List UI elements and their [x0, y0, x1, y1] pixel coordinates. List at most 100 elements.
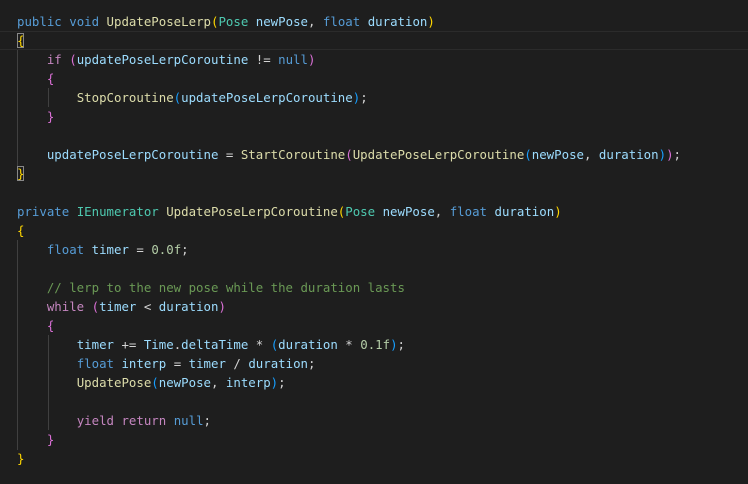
code-token: ( [524, 147, 532, 162]
code-token: newPose [255, 14, 308, 29]
code-token: != [248, 52, 279, 67]
code-line[interactable]: } [17, 164, 25, 183]
code-token: } [46, 432, 55, 447]
code-token: } [17, 166, 25, 181]
code-line[interactable]: private IEnumerator UpdatePoseLerpCorout… [17, 202, 562, 221]
code-token: 0.0f [151, 242, 182, 257]
code-token: duration [248, 356, 309, 371]
code-line[interactable]: } [17, 449, 24, 468]
code-line[interactable]: updatePoseLerpCoroutine = StartCoroutine… [17, 145, 681, 164]
code-token: newPose [382, 204, 435, 219]
code-line[interactable]: // lerp to the new pose while the durati… [17, 278, 405, 297]
code-token: public [17, 14, 62, 29]
code-token: float [449, 204, 488, 219]
code-token: ) [218, 299, 226, 314]
code-line[interactable]: timer += Time.deltaTime * (duration * 0.… [17, 335, 405, 354]
code-token: ) [554, 204, 562, 219]
code-token: { [17, 223, 25, 238]
code-token: = [166, 356, 189, 371]
code-line[interactable]: { [17, 316, 54, 335]
code-token: = [218, 147, 241, 162]
code-editor[interactable]: public void UpdatePoseLerp ( Pose newPose,… [0, 0, 748, 484]
current-line-highlight [0, 31, 748, 50]
code-token: ; [673, 147, 681, 162]
code-line[interactable]: public void UpdatePoseLerp(Pose newPose,… [17, 12, 435, 31]
code-token: timer [188, 356, 226, 371]
code-token: interp [225, 375, 271, 390]
code-line[interactable]: } [17, 107, 54, 126]
code-token: } [17, 451, 25, 466]
code-line[interactable]: yield return null; [17, 411, 211, 430]
code-line[interactable]: if (updatePoseLerpCoroutine != null) [17, 50, 316, 69]
code-token: timer [76, 337, 114, 352]
code-token: updatePoseLerpCoroutine [46, 147, 219, 162]
code-token: duration [494, 204, 555, 219]
code-token: if [46, 52, 62, 67]
code-token: ; [360, 90, 368, 105]
code-token: } [46, 109, 55, 124]
code-token: ( [91, 299, 100, 314]
code-token: += [114, 337, 144, 352]
code-token: UpdatePose [76, 375, 152, 390]
code-token: private [17, 204, 70, 219]
code-token: void [69, 14, 100, 29]
code-token: yield [76, 413, 114, 428]
code-token: UpdatePoseLerpCoroutine [352, 147, 525, 162]
code-token: null [278, 52, 308, 67]
code-token: ; [278, 375, 286, 390]
code-token: * [337, 337, 361, 352]
code-token: < [136, 299, 159, 314]
code-line[interactable]: { [17, 221, 24, 240]
code-token: ( [69, 52, 77, 67]
code-line[interactable]: while (timer < duration) [17, 297, 226, 316]
code-token: ; [308, 356, 316, 371]
code-token: * [248, 337, 271, 352]
code-line[interactable]: { [17, 31, 25, 50]
code-token: Pose [218, 14, 249, 29]
code-line[interactable]: float timer = 0.0f; [17, 240, 189, 259]
code-token: timer [91, 242, 129, 257]
code-token: while [46, 299, 85, 314]
code-token: Time [143, 337, 174, 352]
code-token: updatePoseLerpCoroutine [76, 52, 249, 67]
code-token: duration [367, 14, 428, 29]
code-token: newPose [158, 375, 211, 390]
code-token: ; [181, 242, 189, 257]
code-token: float [46, 242, 85, 257]
code-token: timer [99, 299, 137, 314]
code-token: IEnumerator [76, 204, 159, 219]
code-line[interactable]: float interp = timer / duration; [17, 354, 316, 373]
code-line[interactable]: UpdatePose(newPose, interp); [17, 373, 286, 392]
code-token: UpdatePoseLerp [106, 14, 211, 29]
code-token: newPose [531, 147, 584, 162]
code-token: 0.1f [360, 337, 391, 352]
code-token: ) [390, 337, 398, 352]
code-line[interactable]: { [17, 69, 54, 88]
code-token: { [46, 71, 55, 86]
code-token: ; [203, 413, 212, 428]
code-line[interactable]: } [17, 430, 54, 449]
code-token: { [17, 33, 25, 48]
code-token: , [583, 147, 599, 162]
code-token: ) [658, 147, 667, 162]
code-token: float [322, 14, 361, 29]
code-token: // lerp to the new pose while the durati… [46, 280, 405, 295]
code-token: duration [278, 337, 338, 352]
code-token: deltaTime [181, 337, 249, 352]
code-line[interactable]: StopCoroutine(updatePoseLerpCoroutine); [17, 88, 368, 107]
